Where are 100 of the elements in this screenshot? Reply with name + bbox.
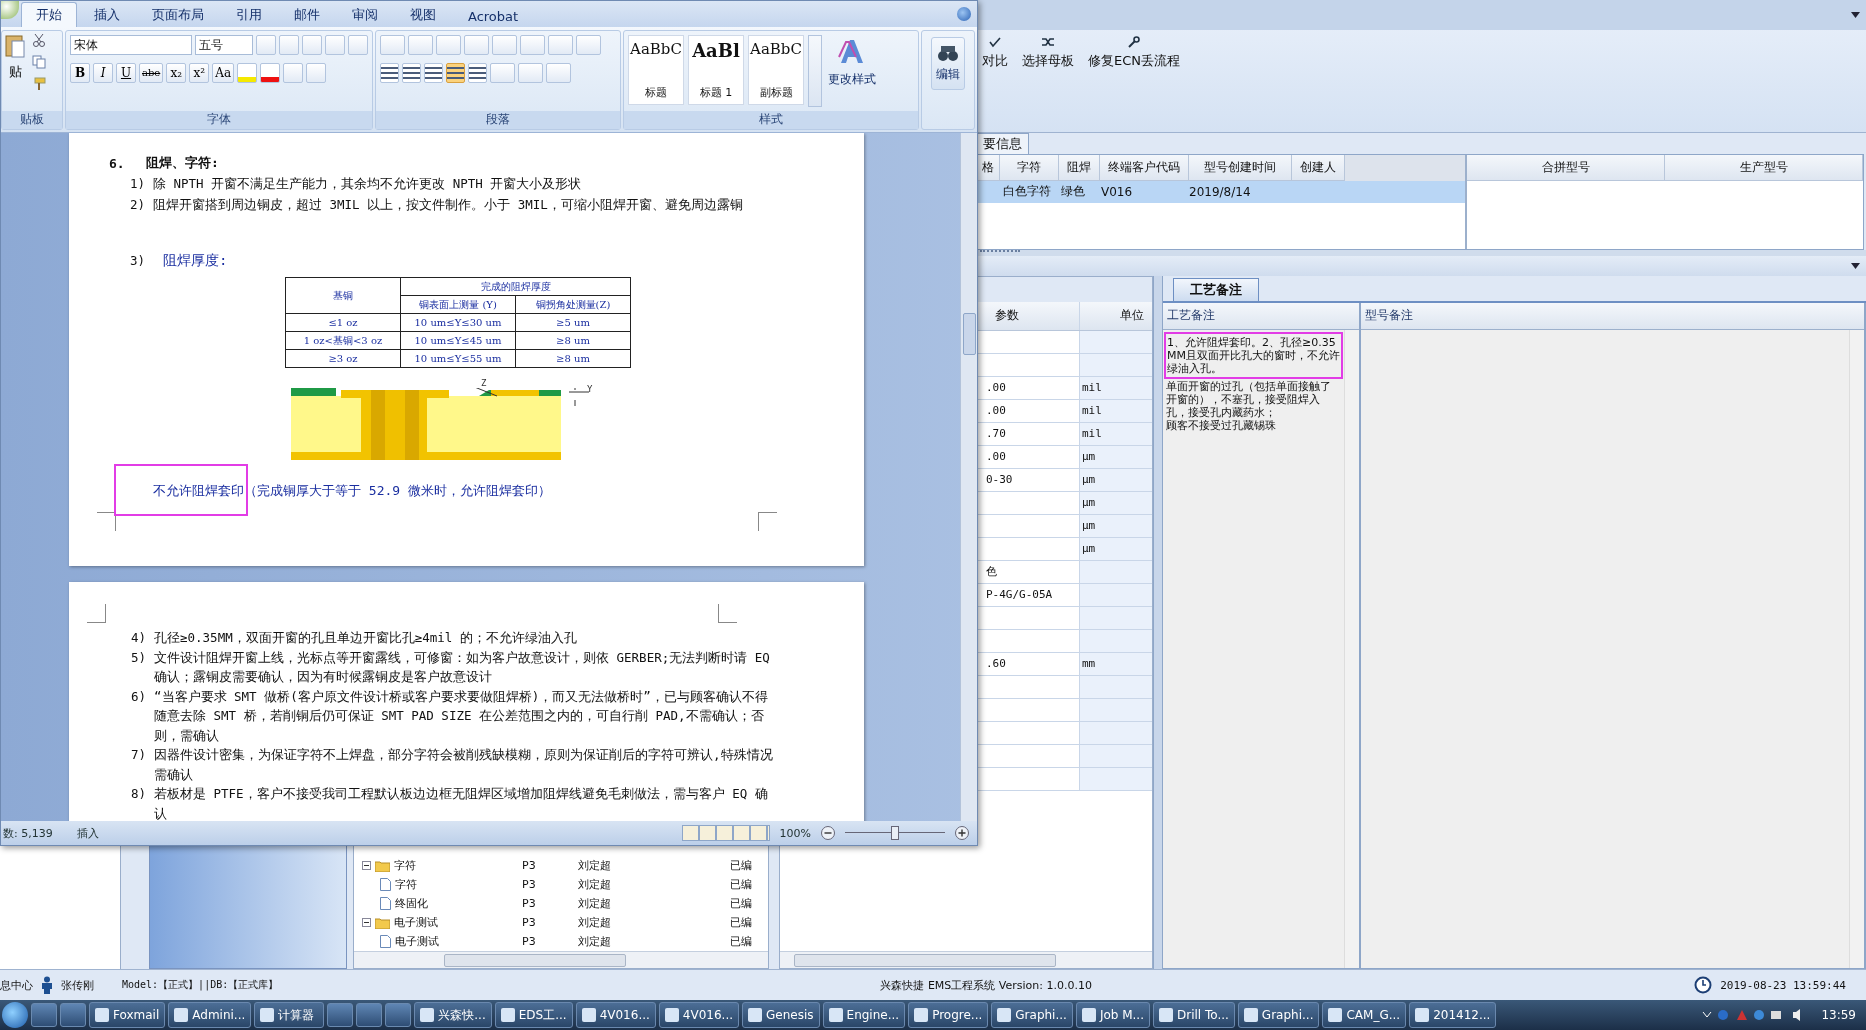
font-color-icon[interactable] — [260, 63, 281, 83]
taskbar-button[interactable]: Graphi... — [1237, 1002, 1320, 1029]
horizontal-scrollbar[interactable] — [354, 951, 768, 969]
slider-thumb[interactable] — [891, 826, 899, 840]
tree-item[interactable]: 字符 — [394, 858, 416, 874]
table-cell: 基铜 — [285, 277, 401, 314]
table-row[interactable]: 白色字符 绿色 V016 2019/8/14 — [977, 180, 1465, 203]
format-button[interactable]: I — [93, 63, 113, 83]
column-header[interactable]: 阻焊 — [1059, 154, 1100, 181]
vertical-scrollbar[interactable] — [960, 133, 977, 821]
splitter[interactable] — [1153, 275, 1163, 970]
horizontal-scrollbar[interactable] — [780, 951, 1152, 969]
list-number: 1) — [130, 175, 147, 193]
taskbar-icon[interactable] — [327, 1003, 354, 1028]
zoom-out-button[interactable] — [821, 826, 835, 840]
taskbar-button[interactable]: 201412... — [1409, 1002, 1497, 1029]
ribbon-tab[interactable]: 插入 — [79, 2, 135, 27]
dropdown-arrow-icon[interactable] — [1851, 12, 1860, 18]
taskbar-icon[interactable] — [31, 1003, 57, 1028]
ribbon-tab[interactable]: 开始 — [21, 2, 77, 27]
dropdown-arrow-icon[interactable] — [1851, 262, 1860, 269]
zoom-in-button[interactable] — [955, 826, 969, 840]
table-cell: 10 um≤Y≤55 um — [400, 349, 516, 368]
collapse-icon[interactable] — [362, 861, 371, 871]
column-header[interactable]: 生产型号 — [1665, 154, 1863, 181]
copy-icon[interactable] — [32, 55, 46, 69]
format-button[interactable]: x² — [189, 63, 210, 83]
format-button[interactable]: U — [116, 63, 136, 83]
column-header[interactable]: 型号创建时间 — [1189, 154, 1292, 181]
tree-item[interactable]: 字符 — [395, 877, 417, 893]
taskbar-button[interactable]: 计算器 — [254, 1002, 325, 1029]
format-button[interactable]: abe — [139, 63, 164, 83]
font-size-field[interactable]: 五号 — [195, 35, 253, 55]
table-cell: ≥5 um — [515, 313, 631, 332]
toolbar-button[interactable]: 修复ECN丢流程 — [1084, 34, 1184, 72]
taskbar-icon[interactable] — [356, 1003, 383, 1028]
align-button[interactable] — [424, 63, 443, 83]
ribbon-tab[interactable]: 审阅 — [337, 2, 393, 27]
ribbon-tab[interactable]: Acrobat — [453, 5, 534, 27]
table-cell: 铜表面上测量 (Y) — [400, 295, 516, 314]
column-header[interactable]: 单位 — [1120, 307, 1144, 325]
taskbar-button[interactable]: 兴森快... — [414, 1002, 492, 1029]
paragraph: 除 NPTH 开窗不满足生产能力，其余均不允许更改 NPTH 开窗大小及形状 — [153, 175, 583, 193]
help-icon[interactable] — [957, 7, 971, 21]
style-gallery-item[interactable]: AaBbC 副标题 — [748, 35, 804, 105]
folder-icon — [375, 916, 390, 929]
tree-item[interactable]: 电子测试 — [394, 915, 438, 931]
gallery-scroll-arrows[interactable] — [808, 35, 822, 107]
toolbar-button[interactable]: 对比 — [978, 34, 1012, 72]
style-gallery-item[interactable]: AaBbC 标题 — [628, 35, 684, 105]
taskbar-icon[interactable] — [60, 1003, 86, 1028]
table-cell — [1080, 698, 1152, 721]
font-name-field[interactable]: 宋体 — [70, 35, 192, 55]
taskbar-button[interactable]: 4V016... — [575, 1002, 656, 1029]
taskbar-icon[interactable] — [385, 1003, 412, 1028]
align-button[interactable] — [402, 63, 421, 83]
style-gallery-item[interactable]: AaBl 标题 1 — [688, 35, 744, 105]
align-button[interactable] — [468, 63, 487, 83]
format-button[interactable]: x₂ — [166, 63, 187, 83]
table-cell — [1080, 353, 1152, 376]
view-buttons[interactable] — [681, 825, 770, 841]
taskbar-button[interactable]: Graphi... — [991, 1002, 1073, 1029]
taskbar-button[interactable]: Genesis — [742, 1002, 820, 1029]
column-header[interactable]: 终端客户代码 — [1100, 154, 1189, 181]
crop-mark — [758, 512, 777, 531]
taskbar-button[interactable]: Progre... — [908, 1002, 989, 1029]
edit-button[interactable]: 编辑 — [931, 37, 965, 90]
taskbar-button[interactable]: Engine... — [822, 1002, 906, 1029]
collapse-icon[interactable] — [362, 918, 371, 928]
change-styles-button[interactable]: 更改样式 — [826, 35, 878, 90]
format-painter-icon[interactable] — [32, 77, 46, 91]
taskbar-button[interactable]: CAM_G... — [1322, 1002, 1407, 1029]
start-button[interactable] — [2, 1002, 28, 1029]
column-header[interactable]: 合拼型号 — [1467, 154, 1665, 181]
ribbon-tab[interactable]: 引用 — [221, 2, 277, 27]
align-button[interactable] — [446, 63, 465, 83]
ribbon-tab[interactable]: 视图 — [395, 2, 451, 27]
table-cell-text: 刘定超 — [578, 896, 612, 912]
taskbar-button[interactable]: Admini... — [168, 1002, 252, 1029]
format-button[interactable]: Aa — [212, 63, 235, 83]
ribbon-tab[interactable]: 页面布局 — [137, 2, 219, 27]
taskbar-button[interactable]: Foxmail — [89, 1002, 166, 1029]
tree-item[interactable]: 终固化 — [395, 896, 428, 912]
cut-icon[interactable] — [32, 33, 46, 47]
tree-item[interactable]: 电子测试 — [395, 934, 439, 950]
align-button[interactable] — [380, 63, 399, 83]
taskbar-button[interactable]: Drill To... — [1153, 1002, 1235, 1029]
taskbar-button[interactable]: EDS工... — [494, 1002, 573, 1029]
ribbon-tab[interactable]: 邮件 — [279, 2, 335, 27]
dimension-label: Z — [481, 378, 487, 388]
taskbar-button[interactable]: Job M... — [1075, 1002, 1150, 1029]
taskbar-button[interactable]: 4V016... — [658, 1002, 740, 1029]
format-button[interactable]: B — [70, 63, 90, 83]
paste-button[interactable]: 贴 — [4, 33, 26, 81]
tab[interactable]: 工艺备注 — [1173, 277, 1259, 301]
column-header[interactable]: 参数 — [995, 307, 1019, 325]
column-header[interactable]: 字符 — [1000, 154, 1059, 181]
office-button[interactable] — [1, 1, 19, 19]
toolbar-button[interactable]: 选择母板 — [1018, 34, 1078, 72]
table-cell: mil — [1080, 422, 1152, 445]
